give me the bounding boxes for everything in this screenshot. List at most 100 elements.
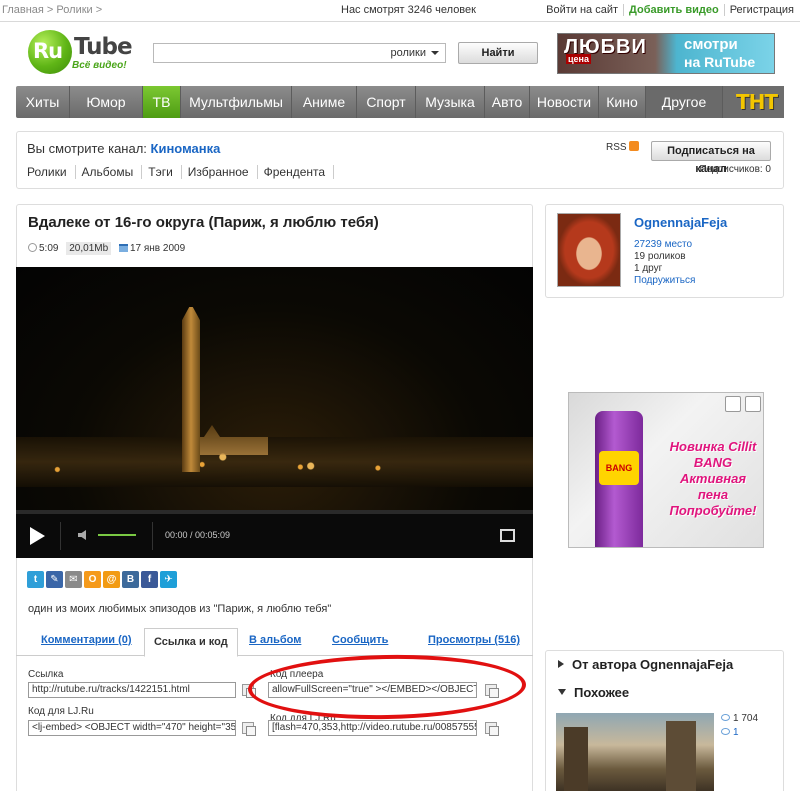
tab-views[interactable]: Просмотры (516) — [428, 634, 520, 646]
divider — [723, 4, 725, 17]
tab-comments[interactable]: Комментарии (0) — [41, 634, 132, 646]
advertisement[interactable]: BANG Новинка Cillit BANG Активная пена П… — [568, 392, 764, 548]
from-author-label: От автора OgnennajaFeja — [572, 657, 734, 672]
twitter-icon[interactable]: t — [27, 571, 44, 588]
eye-icon — [721, 714, 730, 721]
nav-item-sport[interactable]: Спорт — [357, 86, 416, 118]
forum-code-field[interactable]: [flash=470,353,http://video.rutube.ru/00… — [268, 720, 477, 736]
related-panel: От автора OgnennajaFeja Похожее 1 704 1 — [545, 650, 784, 791]
can-label: BANG — [599, 451, 639, 485]
breadcrumb-home-link[interactable]: Главная > — [2, 4, 53, 16]
video-title: Вдалеке от 16-го округа (Париж, я люблю … — [28, 214, 379, 231]
promo-banner[interactable]: ЛЮБВИ цена смотри на RuTube — [557, 33, 775, 74]
rss-link[interactable]: RSS — [606, 141, 639, 153]
from-author-heading[interactable]: От автора OgnennajaFeja — [558, 657, 733, 672]
subscriber-count: Подписчиков: 0 — [699, 164, 771, 175]
chevron-right-icon — [558, 660, 564, 668]
related-comments-count: 1 — [733, 727, 739, 738]
tab-report[interactable]: Сообщить — [332, 634, 388, 646]
palace-silhouette — [188, 425, 268, 455]
nav-item-music[interactable]: Музыка — [416, 86, 485, 118]
banner-subtitle: цена — [566, 54, 591, 64]
building — [564, 727, 588, 791]
copy-icon[interactable] — [485, 722, 499, 736]
related-views: 1 704 — [721, 713, 758, 724]
livejournal-icon[interactable]: ✎ — [46, 571, 63, 588]
rutube-logo[interactable]: Ru Tube Всё видео! — [28, 30, 133, 74]
nav-item-hits[interactable]: Хиты — [16, 86, 70, 118]
video-date: 17 янв 2009 — [129, 243, 186, 254]
video-player[interactable]: 00:00 / 00:05:09 — [16, 267, 533, 558]
channel-tab-albums[interactable]: Альбомы — [81, 165, 143, 179]
facebook-icon[interactable]: f — [141, 571, 158, 588]
tab-link-code[interactable]: Ссылка и код — [144, 628, 238, 657]
channel-tab-videos[interactable]: Ролики — [27, 165, 76, 179]
video-meta: 5:09 20,01Mb 17 янв 2009 — [28, 242, 186, 255]
tnt-logo[interactable]: ТНТ — [723, 86, 784, 118]
nav-item-tv[interactable]: ТВ — [143, 86, 181, 118]
nav-item-cartoons[interactable]: Мультфильмы — [181, 86, 292, 118]
account-links: Войти на сайт Добавить видео Регистрация — [546, 4, 794, 17]
author-rank-link[interactable]: 27239 место — [634, 239, 692, 250]
related-video-thumbnail[interactable] — [556, 713, 714, 791]
vkontakte-icon[interactable]: B — [122, 571, 139, 588]
logo-ru: Ru — [33, 39, 63, 63]
channel-tabs: Ролики Альбомы Тэги Избранное Френдента — [27, 165, 340, 179]
volume-icon[interactable] — [78, 530, 86, 540]
login-link[interactable]: Войти на сайт — [546, 4, 618, 16]
channel-title: Вы смотрите канал: Киноманка — [27, 141, 220, 156]
author-friends: 1 друг — [634, 263, 663, 274]
befriend-link[interactable]: Подружиться — [634, 275, 695, 286]
lj-code-field[interactable]: <lj-embed> <OBJECT width="470" height="3… — [28, 720, 236, 736]
breadcrumb-videos-link[interactable]: Ролики > — [56, 4, 102, 16]
link-field[interactable]: http://rutube.ru/tracks/1422151.html — [28, 682, 236, 698]
odnoklassniki-icon[interactable]: O — [84, 571, 101, 588]
chevron-down-icon — [431, 51, 439, 56]
clock-icon — [28, 243, 37, 252]
obelisk — [182, 307, 200, 472]
divider — [623, 4, 624, 17]
product-can: BANG — [595, 411, 643, 547]
search-input[interactable]: ролики — [153, 43, 446, 63]
nav-item-auto[interactable]: Авто — [485, 86, 530, 118]
add-video-link[interactable]: Добавить видео — [629, 4, 719, 16]
video-frame — [16, 267, 533, 510]
nav-item-other[interactable]: Другое — [646, 86, 723, 118]
video-description: один из моих любимых эпизодов из "Париж,… — [28, 603, 332, 615]
channel-tab-tags[interactable]: Тэги — [148, 165, 182, 179]
avatar[interactable] — [557, 213, 621, 287]
rss-icon — [628, 141, 639, 151]
city-lights — [16, 437, 533, 487]
search-button[interactable]: Найти — [458, 42, 538, 64]
author-card: OgnennajaFeja 27239 место 19 роликов 1 д… — [545, 204, 784, 298]
channel-name-link[interactable]: Киноманка — [151, 141, 221, 156]
email-icon[interactable]: ✉ — [65, 571, 82, 588]
tab-add-to-album[interactable]: В альбом — [249, 634, 301, 646]
fullscreen-icon[interactable] — [500, 529, 515, 542]
nav-item-anime[interactable]: Аниме — [292, 86, 357, 118]
yandex-icon[interactable]: ✈ — [160, 571, 177, 588]
author-name-link[interactable]: OgnennajaFeja — [634, 215, 727, 230]
channel-tab-friends[interactable]: Френдента — [263, 165, 335, 179]
related-comments[interactable]: 1 — [721, 727, 739, 738]
nav-item-humor[interactable]: Юмор — [70, 86, 143, 118]
play-icon[interactable] — [30, 527, 45, 545]
similar-heading[interactable]: Похожее — [558, 685, 629, 700]
nav-item-movies[interactable]: Кино — [599, 86, 646, 118]
video-size: 20,01Mb — [66, 242, 112, 255]
sound-icon[interactable] — [745, 396, 761, 412]
nav-item-news[interactable]: Новости — [530, 86, 599, 118]
search-scope-select[interactable]: ролики — [390, 47, 439, 59]
copy-icon[interactable] — [242, 722, 256, 736]
ad-text: Новинка Cillit BANG Активная пена Попроб… — [669, 439, 757, 518]
subscribe-button[interactable]: Подписаться на канал — [651, 141, 771, 175]
divider — [60, 522, 61, 550]
replay-icon[interactable] — [725, 396, 741, 412]
search-scope-value: ролики — [390, 47, 426, 59]
mailru-icon[interactable]: @ — [103, 571, 120, 588]
video-tabs: Комментарии (0) Ссылка и код В альбом Со… — [16, 628, 533, 657]
logo-tube: Tube — [74, 34, 133, 60]
register-link[interactable]: Регистрация — [730, 4, 794, 16]
volume-slider[interactable] — [98, 534, 136, 536]
channel-tab-favorites[interactable]: Избранное — [187, 165, 258, 179]
